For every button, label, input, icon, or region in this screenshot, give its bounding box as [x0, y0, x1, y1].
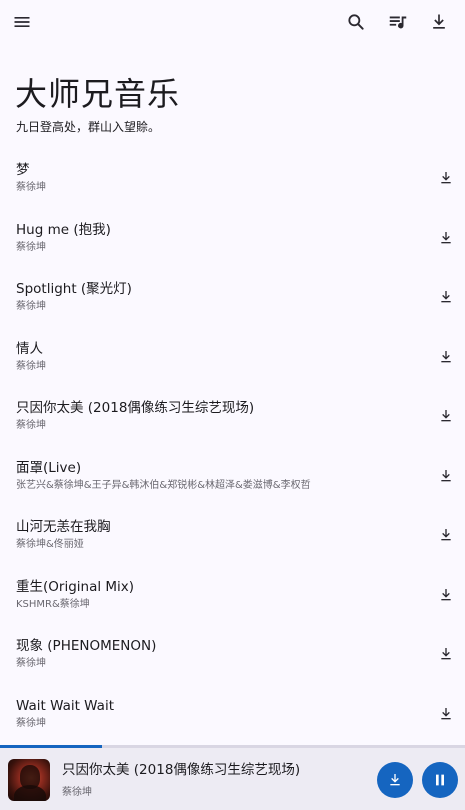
queue-music-icon: [389, 16, 407, 29]
page-subtitle: 九日登高处，群山入望賒。: [16, 120, 161, 134]
song-list-item[interactable]: Hug me (抱我) 蔡徐坤: [0, 208, 465, 268]
song-artist: 张艺兴&蔡徐坤&王子异&韩沐伯&郑锐彬&林超泽&娄滋博&李权哲: [16, 479, 311, 491]
menu-button[interactable]: [4, 4, 40, 40]
song-download-button[interactable]: [432, 283, 460, 311]
song-download-button[interactable]: [432, 402, 460, 430]
pause-button[interactable]: [422, 762, 458, 798]
song-list-item[interactable]: 面罩(Live) 张艺兴&蔡徐坤&王子异&韩沐伯&郑锐彬&林超泽&娄滋博&李权哲: [0, 446, 465, 506]
download-all-button[interactable]: [421, 4, 457, 40]
song-artist: 蔡徐坤: [16, 301, 46, 312]
song-title: 只因你太美 (2018偶像练习生综艺现场): [16, 400, 255, 416]
song-list-item[interactable]: 重生(Original Mix) KSHMR&蔡徐坤: [0, 565, 465, 625]
download-icon: [441, 588, 451, 600]
song-title: 梦: [16, 162, 30, 178]
song-title: 面罩(Live): [16, 459, 82, 476]
download-icon: [441, 707, 451, 719]
song-download-button[interactable]: [432, 164, 460, 192]
download-icon: [441, 648, 451, 660]
download-icon: [441, 291, 451, 303]
song-list-item[interactable]: 山河无恙在我胸 蔡徐坤&佟丽娅: [0, 505, 465, 565]
download-icon: [390, 774, 400, 786]
player-download-button[interactable]: [377, 762, 413, 798]
song-list-item[interactable]: Spotlight (聚光灯) 蔡徐坤: [0, 267, 465, 327]
song-title: 重生(Original Mix): [16, 578, 135, 595]
now-playing-artist: 蔡徐坤: [62, 787, 92, 798]
playback-progress-bar[interactable]: [0, 745, 465, 748]
song-download-button[interactable]: [432, 462, 460, 490]
song-title: Hug me (抱我): [16, 221, 111, 238]
download-icon: [441, 231, 451, 243]
page-title: 大师兄音乐: [15, 75, 181, 113]
song-download-button[interactable]: [432, 343, 460, 371]
song-list-item[interactable]: 现象 (PHENOMENON) 蔡徐坤: [0, 624, 465, 684]
song-download-button[interactable]: [432, 581, 460, 609]
song-artist: 蔡徐坤: [16, 360, 46, 372]
download-icon: [433, 14, 445, 29]
song-artist: 蔡徐坤&佟丽娅: [16, 539, 84, 550]
song-download-button[interactable]: [432, 700, 460, 728]
song-title: 山河无恙在我胸: [16, 519, 111, 535]
top-app-bar: [0, 0, 465, 44]
song-title: 现象 (PHENOMENON): [16, 638, 157, 654]
album-cover: [8, 759, 50, 801]
download-icon: [441, 350, 451, 362]
pause-icon: [436, 774, 444, 786]
song-title: Wait Wait Wait: [16, 697, 114, 714]
song-list-item[interactable]: Wait Wait Wait 蔡徐坤: [0, 684, 465, 744]
menu-icon: [14, 17, 30, 27]
download-icon: [441, 410, 451, 422]
song-list-item[interactable]: 情人 蔡徐坤: [0, 327, 465, 387]
search-button[interactable]: [338, 4, 374, 40]
download-icon: [441, 172, 451, 184]
song-download-button[interactable]: [432, 640, 460, 668]
song-title: Spotlight (聚光灯): [16, 281, 132, 297]
playback-progress-fill: [0, 745, 103, 748]
mini-player[interactable]: 只因你太美 (2018偶像练习生综艺现场) 蔡徐坤: [0, 745, 465, 810]
song-artist: KSHMR&蔡徐坤: [16, 598, 90, 610]
song-artist: 蔡徐坤: [16, 717, 46, 729]
song-artist: 蔡徐坤: [16, 182, 46, 193]
search-icon: [348, 14, 364, 30]
song-list: 梦 蔡徐坤 Hug me (抱我) 蔡徐坤 Spotlight (聚光灯) 蔡徐…: [0, 148, 465, 743]
song-artist: 蔡徐坤: [16, 658, 46, 669]
song-artist: 蔡徐坤: [16, 420, 46, 431]
song-artist: 蔡徐坤: [16, 241, 46, 253]
song-list-item[interactable]: 只因你太美 (2018偶像练习生综艺现场) 蔡徐坤: [0, 386, 465, 446]
song-download-button[interactable]: [432, 521, 460, 549]
now-playing-title: 只因你太美 (2018偶像练习生综艺现场): [62, 762, 301, 778]
download-icon: [441, 469, 451, 481]
song-download-button[interactable]: [432, 224, 460, 252]
song-title: 情人: [16, 340, 43, 357]
queue-button[interactable]: [380, 4, 416, 40]
download-icon: [441, 529, 451, 541]
song-list-item[interactable]: 梦 蔡徐坤: [0, 148, 465, 208]
